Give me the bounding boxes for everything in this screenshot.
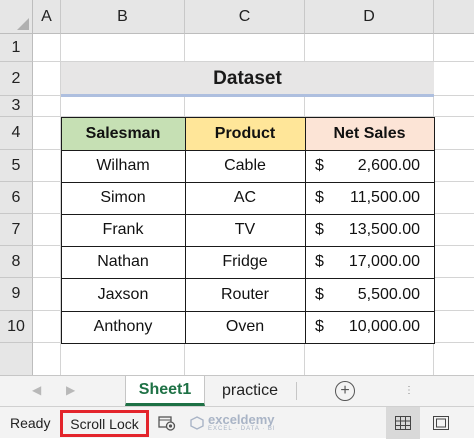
cell-net-sales[interactable]: $11,500.00 (305, 182, 434, 214)
table-border (61, 117, 434, 118)
currency-symbol: $ (315, 253, 324, 270)
cell-salesman[interactable]: Nathan (61, 246, 185, 278)
row-header-1[interactable]: 1 (0, 34, 33, 62)
cell-product[interactable]: Cable (185, 150, 305, 182)
exceldemy-logo-icon (190, 415, 204, 430)
cell-product[interactable]: Oven (185, 311, 305, 343)
cell-product[interactable]: Router (185, 278, 305, 311)
page-layout-icon (433, 416, 449, 430)
table-border (61, 150, 434, 151)
sheet-tab-bar: ◀ ▶ Sheet1 practice + ⋮ (0, 375, 474, 406)
table-border (61, 343, 434, 344)
row-header-6[interactable]: 6 (0, 182, 33, 214)
column-header-c[interactable]: C (185, 0, 305, 34)
cell-salesman[interactable]: Simon (61, 182, 185, 214)
cell-salesman[interactable]: Anthony (61, 311, 185, 343)
table-border (61, 214, 434, 215)
dataset-title[interactable]: Dataset (61, 62, 434, 95)
cell-salesman[interactable]: Jaxson (61, 278, 185, 311)
net-sales-value: 2,600.00 (357, 157, 420, 174)
cell-salesman[interactable]: Wilham (61, 150, 185, 182)
table-border (305, 117, 306, 344)
header-net-sales[interactable]: Net Sales (305, 118, 434, 150)
cell-salesman[interactable]: Frank (61, 214, 185, 246)
cell-net-sales[interactable]: $13,500.00 (305, 214, 434, 246)
row-header-7[interactable]: 7 (0, 214, 33, 246)
scroll-tabs-right-icon[interactable]: ▶ (66, 383, 75, 397)
net-sales-value: 11,500.00 (350, 189, 420, 206)
column-header-b[interactable]: B (61, 0, 185, 34)
macro-recording-icon[interactable] (158, 415, 176, 431)
currency-symbol: $ (315, 157, 324, 174)
status-bar: Ready Scroll Lock exceldemy EXCEL · DATA… (0, 406, 474, 439)
table-border (61, 311, 434, 312)
table-border (61, 278, 434, 279)
column-header-e[interactable] (434, 0, 474, 34)
row-header-2[interactable]: 2 (0, 62, 33, 96)
status-scroll-lock: Scroll Lock (60, 410, 149, 437)
cell-net-sales[interactable]: $2,600.00 (305, 150, 434, 182)
tab-sheet1[interactable]: Sheet1 (125, 376, 205, 406)
table-border (61, 182, 434, 183)
net-sales-value: 5,500.00 (357, 285, 420, 303)
row-header-10[interactable]: 10 (0, 311, 33, 343)
tab-practice[interactable]: practice (206, 376, 294, 406)
page-layout-view-button[interactable] (424, 407, 458, 439)
tab-separator (296, 382, 297, 400)
worksheet: A B C D 1 2 3 4 5 6 7 8 9 10 Dataset Sal… (0, 0, 474, 375)
cell-product[interactable]: Fridge (185, 246, 305, 278)
column-header-a[interactable]: A (33, 0, 61, 34)
cell-net-sales[interactable]: $5,500.00 (305, 278, 434, 311)
row-header-9[interactable]: 9 (0, 278, 33, 311)
table-border (61, 246, 434, 247)
currency-symbol: $ (315, 285, 324, 303)
row-header-5[interactable]: 5 (0, 150, 33, 182)
net-sales-value: 17,000.00 (348, 253, 420, 270)
row-header-8[interactable]: 8 (0, 246, 33, 278)
add-sheet-icon[interactable]: + (335, 381, 355, 401)
normal-view-button[interactable] (386, 407, 420, 439)
title-underline (61, 94, 434, 97)
column-header-d[interactable]: D (305, 0, 434, 34)
table-border (185, 117, 186, 344)
currency-symbol: $ (315, 189, 324, 206)
select-all-corner[interactable] (0, 0, 33, 34)
table-border (61, 117, 62, 344)
cell-net-sales[interactable]: $10,000.00 (305, 311, 434, 343)
row-header-11[interactable] (0, 343, 33, 375)
cell-net-sales[interactable]: $17,000.00 (305, 246, 434, 278)
status-ready: Ready (10, 415, 51, 431)
row-header-3[interactable]: 3 (0, 96, 33, 117)
select-all-triangle-icon (17, 18, 29, 30)
more-tabs-icon[interactable]: ⋮ (404, 385, 414, 396)
table-border (434, 117, 435, 344)
net-sales-value: 13,500.00 (348, 221, 420, 238)
cell-product[interactable]: TV (185, 214, 305, 246)
normal-view-icon (395, 416, 411, 430)
scroll-tabs-left-icon[interactable]: ◀ (32, 383, 41, 397)
watermark-tagline: EXCEL · DATA · BI (208, 426, 276, 432)
currency-symbol: $ (315, 221, 324, 238)
header-salesman[interactable]: Salesman (61, 118, 185, 150)
row-header-4[interactable]: 4 (0, 117, 33, 150)
watermark-name: exceldemy (208, 412, 275, 427)
net-sales-value: 10,000.00 (348, 318, 420, 335)
exceldemy-watermark: exceldemy EXCEL · DATA · BI (190, 413, 276, 432)
currency-symbol: $ (315, 318, 324, 335)
cell-product[interactable]: AC (185, 182, 305, 214)
header-product[interactable]: Product (185, 118, 305, 150)
